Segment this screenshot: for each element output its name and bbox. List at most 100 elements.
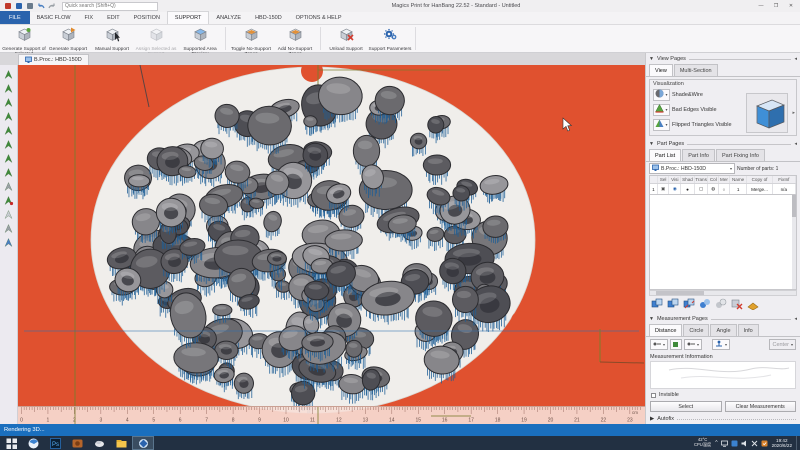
generate-support-button[interactable]: Generate Support [46,26,90,51]
ribbon-tab-hbd-150d[interactable]: HBD-150D [248,11,289,24]
new-document-icon[interactable] [15,2,23,10]
measure-snap-dropdown[interactable]: ▾ [712,339,730,350]
autofix-header[interactable]: ▶ Autofix [646,413,800,424]
marked-shell-icon[interactable] [2,222,15,235]
tab-part-fixing-info[interactable]: Part Fixing Info [716,149,765,161]
mirror-tool-icon[interactable] [2,124,15,137]
show-desktop-button[interactable] [796,436,799,450]
marked-plane-icon[interactable] [2,208,15,221]
column-header-Shad[interactable]: Shad [681,176,695,183]
tab-part-list[interactable]: Part List [649,149,681,161]
transparent-icon[interactable]: ▢ [695,184,709,194]
shaded-icon[interactable]: ● [681,184,695,194]
part-list-body[interactable] [649,195,797,290]
tab-info[interactable]: Info [738,324,759,336]
minimize-icon[interactable]: — [754,1,768,11]
tab-circle[interactable]: Circle [683,324,709,336]
supported-area-preview-button[interactable]: Supported Area Preview [178,26,222,51]
column-header-Col[interactable]: Col [708,176,719,183]
toggle-no-support-zones-button[interactable]: Toggle No-Support Zones [229,26,273,51]
marked-triangles-icon[interactable] [2,180,15,193]
panel-collapse-icon[interactable]: ◂ [794,316,797,322]
delete-marked-icon[interactable] [2,194,15,207]
ribbon-tab-position[interactable]: POSITION [127,11,167,24]
select-button[interactable]: Select [650,401,722,412]
tab-angle[interactable]: Angle [710,324,736,336]
vertical-scrollbar[interactable] [792,195,796,289]
column-header-index[interactable] [650,176,658,183]
ribbon-tab-options-help[interactable]: OPTIONS & HELP [289,11,349,24]
save-icon[interactable] [26,2,34,10]
manual-support-button[interactable]: Manual Support [90,26,134,51]
to-platform-tool-icon[interactable] [2,152,15,165]
support-parameters-button[interactable]: Support Parameters [368,26,412,51]
generate-support-of-selected-button[interactable]: Generate Support of Selected [2,26,46,51]
hide-parts-icon[interactable] [715,298,727,312]
translate-tool-icon[interactable] [2,82,15,95]
scale-tool-icon[interactable] [2,110,15,123]
panel-collapse-icon[interactable]: ◂ [794,56,797,62]
rotate-tool-icon[interactable] [2,96,15,109]
rescale-tool-icon[interactable] [2,166,15,179]
cpu-temp-widget[interactable]: 42°C CPU温度 [694,438,711,447]
bad-edges-icon-button[interactable]: ▾ [653,104,670,116]
section-view-icon[interactable] [2,236,15,249]
import-icon[interactable] [4,2,12,10]
undo-icon[interactable] [37,2,45,10]
ribbon-tab-support[interactable]: SUPPORT [167,11,210,24]
unload-support-button[interactable]: Unload Support [324,26,368,51]
ribbon-tab-edit[interactable]: EDIT [100,11,127,24]
column-header-Trans[interactable]: Trans [695,176,709,183]
taskbar-clock[interactable]: 19:42 2020/6/22 [772,438,792,448]
column-header-Copy of[interactable]: Copy of [747,176,772,183]
input-method-icon[interactable] [751,440,758,447]
horizontal-scrollbar[interactable] [649,290,797,296]
shade-wire-icon-button[interactable]: ▾ [653,89,670,101]
browser-icon[interactable] [22,436,44,450]
platform-icon[interactable] [747,298,759,312]
chat-app-icon[interactable] [731,440,738,447]
display-icon[interactable] [721,440,728,447]
tab-view[interactable]: View [649,64,673,76]
column-header-Mer[interactable]: Mer [719,176,730,183]
clear-measurements-button[interactable]: Clear Measurements [725,401,797,412]
viewport-3d[interactable]: 01234567891011121314151617181920212223cm [18,65,645,424]
cube-expand-icon[interactable]: ▸ [792,110,795,116]
media-app-icon[interactable] [66,436,88,450]
tab-part-info[interactable]: Part Info [682,149,715,161]
merge-icon[interactable]: ○ [719,184,730,194]
view-cube-widget[interactable] [746,93,788,133]
redo-icon[interactable] [48,2,56,10]
color-icon[interactable]: ◍ [708,184,719,194]
invisible-checkbox[interactable] [651,393,656,398]
tab-multi-section[interactable]: Multi-Section [674,64,718,76]
document-tab[interactable]: B.Proc.: HBD-150D [18,54,89,65]
photoshop-icon[interactable]: Ps [44,436,66,450]
close-icon[interactable]: ✕ [784,1,798,11]
measure-point-dropdown[interactable]: ▾ [650,339,668,350]
tab-distance[interactable]: Distance [649,324,682,336]
build-platform-scene[interactable] [18,65,645,424]
swap-selection-icon[interactable] [667,298,679,312]
ribbon-tab-basic-flow[interactable]: BASIC FLOW [30,11,78,24]
select-checkbox[interactable]: ▣ [658,184,670,194]
capture-app-icon[interactable] [88,436,110,450]
ribbon-tab-analyze[interactable]: ANALYZE [209,11,248,24]
add-no-support-zones-button[interactable]: Add No-Support Zones [273,26,317,51]
view-pages-header[interactable]: ▼ View Pages ◂ [646,53,800,64]
measure-target-dropdown[interactable]: ▾ [684,339,702,350]
column-header-Sel[interactable]: Sel [658,176,670,183]
tray-expand-icon[interactable]: ^ [715,440,717,446]
part-pages-header[interactable]: ▼ Part Pages ◂ [646,138,800,149]
start-icon[interactable] [0,436,22,450]
maximize-icon[interactable]: ❐ [769,1,783,11]
volume-icon[interactable] [741,440,748,447]
search-input[interactable] [63,3,157,9]
panel-collapse-icon[interactable]: ◂ [794,141,797,147]
flipped-triangles-icon-button[interactable]: ▾ [653,119,670,131]
ribbon-tab-file[interactable]: FILE [0,11,30,24]
measure-mode-button[interactable] [670,339,682,350]
import-part-icon[interactable] [2,68,15,81]
security-tray-icon[interactable] [761,440,768,447]
select-parts-icon[interactable] [651,298,663,312]
